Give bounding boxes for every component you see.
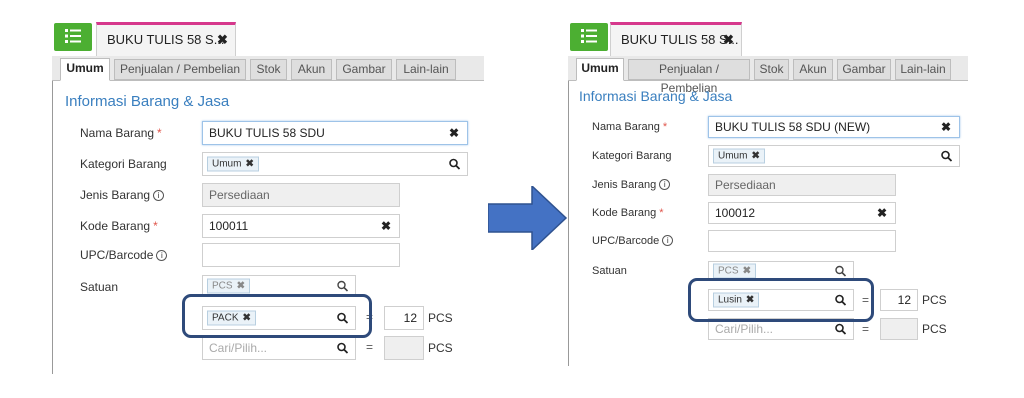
search-icon[interactable] — [835, 323, 846, 335]
kode-barang-label: Kode Barang * — [80, 219, 158, 233]
nama-barang-input[interactable]: BUKU TULIS 58 SDU ✖ — [202, 121, 468, 145]
list-menu-icon — [581, 29, 597, 43]
tab-lain-lain[interactable]: Lain-lain — [396, 59, 456, 80]
clear-icon[interactable]: ✖ — [449, 126, 459, 140]
remove-chip-icon[interactable]: ✖ — [751, 151, 759, 162]
tab-lain-lain[interactable]: Lain-lain — [895, 59, 951, 80]
info-icon: i — [662, 235, 674, 246]
conversion-unit: PCS — [922, 322, 947, 336]
nama-barang-input[interactable]: BUKU TULIS 58 SDU (NEW) ✖ — [708, 116, 960, 138]
search-icon[interactable] — [337, 280, 348, 292]
kategori-barang-label: Kategori Barang — [592, 150, 672, 162]
form-tabs: Umum Penjualan / Pembelian Stok Akun Gam… — [568, 56, 968, 95]
clear-icon[interactable]: ✖ — [877, 206, 887, 220]
tab-akun[interactable]: Akun — [291, 59, 332, 80]
section-title: Informasi Barang & Jasa — [579, 88, 733, 104]
form-tabs: Umum Penjualan / Pembelian Stok Akun Gam… — [52, 56, 484, 81]
nama-barang-label: Nama Barang * — [80, 126, 162, 140]
tab-umum[interactable]: Umum — [60, 58, 110, 81]
kategori-barang-label: Kategori Barang — [80, 157, 167, 171]
tab-stok[interactable]: Stok — [250, 59, 287, 80]
upc-barcode-input[interactable] — [708, 230, 896, 252]
list-menu-icon — [65, 29, 81, 43]
satuan-base-chip: PCS ✖ — [713, 263, 756, 279]
tab-penjualan-pembelian[interactable]: Penjualan / Pembelian — [114, 59, 246, 80]
document-tabbar: BUKU TULIS 58 S... ✖ — [52, 20, 484, 57]
tab-penjualan-pembelian[interactable]: Penjualan / Pembelian — [628, 59, 750, 95]
close-icon[interactable]: ✖ — [723, 32, 734, 48]
kategori-chip: Umum ✖ — [713, 148, 765, 164]
close-icon[interactable]: ✖ — [217, 32, 228, 48]
equals-sign: = — [366, 340, 374, 354]
clear-icon[interactable]: ✖ — [941, 120, 951, 134]
conversion-qty-input[interactable] — [384, 336, 424, 360]
info-icon: i — [153, 190, 165, 201]
document-tabbar: BUKU TULIS 58 S... ✖ — [568, 20, 968, 57]
search-icon[interactable] — [941, 150, 952, 162]
conversion-unit: PCS — [428, 311, 453, 325]
before-panel: BUKU TULIS 58 S... ✖ Umum Penjualan / Pe… — [52, 20, 484, 374]
kategori-barang-select[interactable]: Umum ✖ — [202, 152, 468, 176]
document-tab-title: BUKU TULIS 58 S... — [621, 32, 739, 47]
jenis-barang-label: Jenis Barang i — [592, 179, 671, 191]
highlight-box — [182, 294, 372, 338]
document-tab-title: BUKU TULIS 58 S... — [107, 32, 225, 47]
kode-barang-label: Kode Barang * — [592, 207, 664, 219]
upc-barcode-input[interactable] — [202, 243, 400, 267]
conversion-unit: PCS — [428, 341, 453, 355]
remove-chip-icon[interactable]: ✖ — [743, 266, 751, 277]
satuan-add-select[interactable]: Cari/Pilih... — [202, 336, 356, 360]
kode-barang-input[interactable]: 100011 ✖ — [202, 214, 400, 238]
conversion-qty-input[interactable] — [880, 318, 918, 340]
panel-border — [568, 54, 569, 366]
remove-chip-icon[interactable]: ✖ — [245, 159, 253, 170]
section-title: Informasi Barang & Jasa — [65, 93, 230, 110]
info-icon: i — [659, 179, 671, 190]
search-icon[interactable] — [835, 265, 846, 277]
tab-gambar[interactable]: Gambar — [837, 59, 891, 80]
jenis-barang-field: Persediaan — [202, 183, 400, 207]
kode-barang-input[interactable]: 100012 ✖ — [708, 202, 896, 224]
satuan-base-chip: PCS ✖ — [207, 278, 250, 294]
tab-stok[interactable]: Stok — [754, 59, 789, 80]
highlight-box — [688, 278, 874, 322]
info-icon: i — [156, 250, 168, 261]
clear-icon[interactable]: ✖ — [381, 219, 391, 233]
jenis-barang-label: Jenis Barang i — [80, 188, 165, 202]
tab-umum[interactable]: Umum — [576, 58, 624, 81]
nama-barang-label: Nama Barang * — [592, 121, 668, 133]
tab-akun[interactable]: Akun — [793, 59, 833, 80]
conversion-unit: PCS — [922, 293, 947, 307]
right-arrow-icon — [488, 186, 568, 250]
kategori-chip: Umum ✖ — [207, 156, 259, 172]
satuan-label: Satuan — [80, 280, 119, 294]
document-tab[interactable]: BUKU TULIS 58 S... ✖ — [610, 22, 742, 56]
search-icon[interactable] — [337, 342, 348, 354]
jenis-barang-field: Persediaan — [708, 174, 896, 196]
upc-barcode-label: UPC/Barcode i — [80, 248, 168, 262]
search-icon[interactable] — [449, 158, 460, 170]
upc-barcode-label: UPC/Barcode i — [592, 235, 674, 247]
after-panel: BUKU TULIS 58 S... ✖ Umum Penjualan / Pe… — [568, 20, 968, 366]
tab-gambar[interactable]: Gambar — [336, 59, 392, 80]
equals-sign: = — [862, 322, 870, 336]
list-menu-button[interactable] — [54, 23, 92, 51]
remove-chip-icon[interactable]: ✖ — [237, 281, 245, 292]
panel-border — [52, 54, 53, 374]
satuan-label: Satuan — [592, 265, 627, 277]
document-tab[interactable]: BUKU TULIS 58 S... ✖ — [96, 22, 236, 56]
conversion-qty-input[interactable]: 12 — [880, 289, 918, 311]
kategori-barang-select[interactable]: Umum ✖ — [708, 145, 960, 167]
list-menu-button[interactable] — [570, 23, 608, 51]
conversion-qty-input[interactable]: 12 — [384, 306, 424, 330]
